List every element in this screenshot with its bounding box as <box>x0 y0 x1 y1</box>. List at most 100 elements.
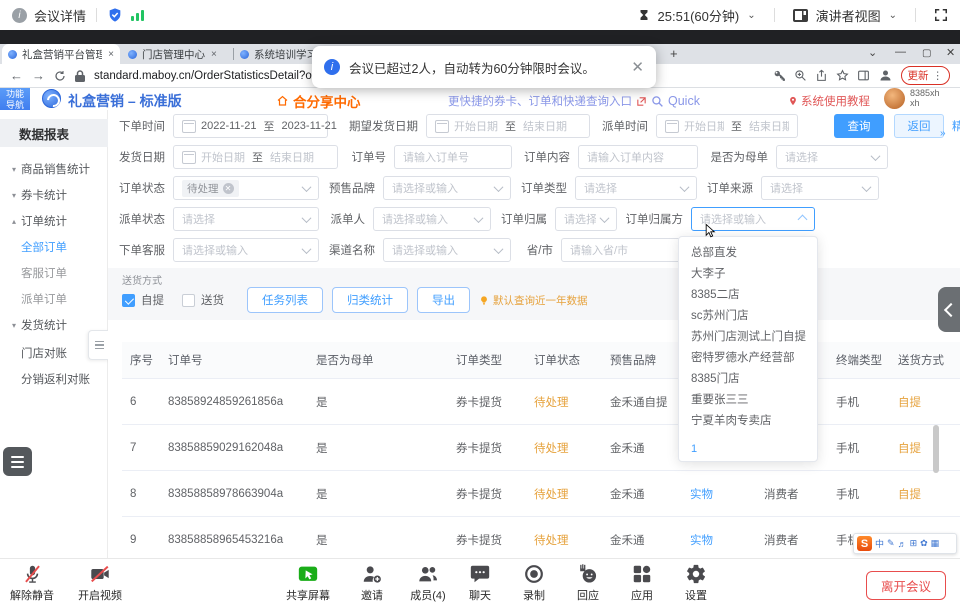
dropdown-option[interactable]: 苏州门店测试上门自提 <box>679 327 817 348</box>
fullscreen-icon[interactable] <box>934 8 948 22</box>
shield-check-icon[interactable] <box>107 7 123 23</box>
back-button[interactable]: 返回 <box>894 114 944 138</box>
tag-close-icon[interactable]: ✕ <box>223 183 234 194</box>
order-content-input[interactable]: 请输入订单内容 <box>578 145 698 169</box>
notification-close-icon[interactable]: ✕ <box>631 58 644 76</box>
ship-date-field[interactable]: 开始日期至结束日期 <box>173 145 338 169</box>
chat-button[interactable]: 聊天 <box>458 563 502 603</box>
view-mode-label[interactable]: 演讲者视图 <box>816 6 881 25</box>
deliver-label[interactable]: 送货 <box>201 292 224 308</box>
collapse-more-icon[interactable]: » <box>940 128 946 139</box>
dispatch-time-field[interactable]: 开始日期至结束日期 <box>656 114 798 138</box>
dropdown-option[interactable]: sc苏州门店 <box>679 306 817 327</box>
sidebar-collapse-handle[interactable] <box>88 330 109 360</box>
order-source-select[interactable]: 请选择 <box>761 176 879 200</box>
window-minimize-button[interactable]: — <box>895 46 906 58</box>
view-dropdown-icon[interactable]: ⌄ <box>889 10 897 21</box>
table-row[interactable]: 783858859029162048a是券卡提货 待处理金禾通实物 消费者手机自… <box>122 425 960 471</box>
share-center-link[interactable]: 合分享中心 <box>276 91 361 111</box>
ime-logo[interactable]: S <box>857 536 872 551</box>
dropdown-option[interactable]: 大李子 <box>679 264 817 285</box>
share-icon[interactable] <box>815 69 828 82</box>
dropdown-option[interactable]: 宁夏羊肉专卖店 <box>679 411 817 432</box>
classify-stats-button[interactable]: 归类统计 <box>332 287 408 313</box>
lock-icon[interactable] <box>75 70 85 82</box>
table-row[interactable]: 683858924859261856a是券卡提货 待处理金禾通自提实物 消费者手… <box>122 379 960 425</box>
dropdown-option[interactable]: 密特罗德水产经营部 <box>679 348 817 369</box>
meeting-details-label[interactable]: 会议详情 <box>34 6 86 25</box>
pickup-checkbox[interactable] <box>122 294 135 307</box>
settings-button[interactable]: 设置 <box>674 563 718 603</box>
forward-icon[interactable]: → <box>32 68 45 83</box>
ime-voice-icon[interactable]: ♬ <box>898 539 907 549</box>
key-icon[interactable] <box>773 69 786 82</box>
floating-list-button[interactable] <box>3 447 32 476</box>
pickup-label[interactable]: 自提 <box>141 292 164 308</box>
ime-toolbox-icon[interactable]: ▦ <box>931 538 940 549</box>
unmute-button[interactable]: 解除静音 <box>4 563 60 603</box>
table-row[interactable]: 883858858978663904a是券卡提货 待处理金禾通实物 消费者手机自… <box>122 471 960 517</box>
back-icon[interactable]: ← <box>10 68 23 83</box>
tutorial-link[interactable]: 系统使用教程 <box>788 93 870 109</box>
tab-close-icon[interactable]: × <box>211 49 217 60</box>
export-button[interactable]: 导出 <box>417 287 470 313</box>
browser-menu-icon[interactable]: ⋮ <box>933 70 944 82</box>
sidebar-item-product-sales[interactable]: ▾ 商品销售统计 <box>0 158 108 180</box>
quick-search-icon[interactable] <box>651 95 664 108</box>
quick-label[interactable]: Quick <box>668 94 700 108</box>
order-status-select[interactable]: 待处理✕ <box>173 176 319 200</box>
dropdown-page-1[interactable]: 1 <box>691 443 697 455</box>
zoom-icon[interactable] <box>794 69 807 82</box>
simplify-filter-link[interactable]: 精简筛选 <box>952 118 960 134</box>
search-button[interactable]: 查询 <box>834 114 884 138</box>
tab-search-icon[interactable]: ⌄ <box>868 46 877 59</box>
reload-icon[interactable] <box>54 70 66 82</box>
sidebar-item-rebate-reconciliation[interactable]: 分销返利对账 <box>0 368 108 390</box>
meeting-info-icon[interactable]: i <box>12 8 27 23</box>
dropdown-option[interactable]: 8385二店 <box>679 285 817 306</box>
timer-dropdown-icon[interactable]: ⌄ <box>747 10 755 21</box>
ime-pen-icon[interactable]: ✎ <box>887 538 895 549</box>
sidebar-item-dispatch-orders[interactable]: 派单订单 <box>0 288 108 310</box>
channel-name-select[interactable]: 请选择或输入 <box>383 238 511 262</box>
order-belong-select[interactable]: 请选择 <box>555 207 617 231</box>
user-avatar[interactable] <box>884 88 905 109</box>
ime-toolbar[interactable]: S 中 ✎ ♬ ⊞ ✿ ▦ <box>853 533 957 554</box>
presale-brand-select[interactable]: 请选择或输入 <box>383 176 511 200</box>
profile-icon[interactable] <box>878 68 893 83</box>
task-list-button[interactable]: 任务列表 <box>247 287 323 313</box>
order-no-input[interactable]: 请输入订单号 <box>394 145 512 169</box>
dropdown-option[interactable]: 总部直发 <box>679 243 817 264</box>
sidebar-item-service-orders[interactable]: 客服订单 <box>0 262 108 284</box>
sidebar-item-card-stats[interactable]: ▾ 券卡统计 <box>0 184 108 206</box>
window-close-button[interactable]: ✕ <box>946 46 955 59</box>
sidebar-item-order-stats[interactable]: ▴ 订单统计 <box>0 210 108 232</box>
function-nav-badge[interactable]: 功能 导航 <box>0 88 30 112</box>
react-button[interactable]: 回应 <box>566 563 610 603</box>
start-video-button[interactable]: 开启视频 <box>72 563 128 603</box>
browser-tab-1[interactable]: 礼盒营销平台管理中心 × <box>2 44 120 64</box>
order-type-select[interactable]: 请选择 <box>575 176 697 200</box>
invite-button[interactable]: 邀请 <box>350 563 394 603</box>
side-panel-icon[interactable] <box>857 69 870 82</box>
browser-tab-2[interactable]: 门店管理中心 × <box>122 44 232 64</box>
apps-button[interactable]: 应用 <box>620 563 664 603</box>
province-city-input[interactable]: 请输入省/市 <box>561 238 681 262</box>
window-maximize-button[interactable]: ▢ <box>922 48 931 59</box>
dispatch-status-select[interactable]: 请选择 <box>173 207 319 231</box>
new-tab-button[interactable]: + <box>670 46 678 61</box>
ime-keyboard-icon[interactable]: ⊞ <box>910 538 918 549</box>
right-panel-handle[interactable] <box>938 287 960 332</box>
dispatcher-select[interactable]: 请选择或输入 <box>373 207 491 231</box>
order-agent-select[interactable]: 请选择或输入 <box>173 238 319 262</box>
vertical-scrollbar-thumb[interactable] <box>933 425 939 473</box>
record-button[interactable]: 录制 <box>512 563 556 603</box>
network-signal-icon[interactable] <box>131 9 144 21</box>
sidebar-item-all-orders[interactable]: 全部订单 <box>0 236 108 258</box>
tab-close-icon[interactable]: × <box>108 49 114 60</box>
is-parent-select[interactable]: 请选择 <box>776 145 888 169</box>
share-screen-button[interactable]: 共享屏幕 <box>280 563 336 603</box>
table-row[interactable]: 983858858965453216a是券卡提货 待处理金禾通实物 消费者手机自… <box>122 517 960 559</box>
expected-ship-date-field[interactable]: 开始日期至结束日期 <box>426 114 590 138</box>
leave-meeting-button[interactable]: 离开会议 <box>866 571 946 600</box>
